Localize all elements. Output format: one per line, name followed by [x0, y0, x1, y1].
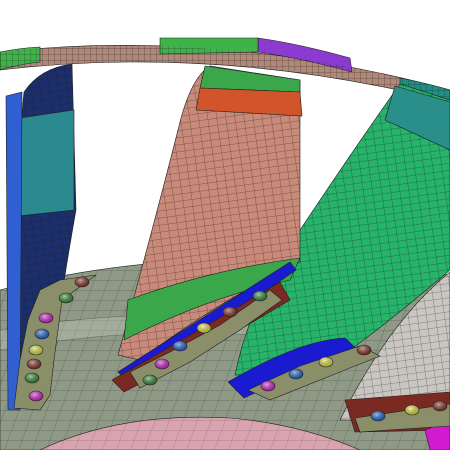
bolt-shading: [75, 277, 89, 287]
bolt-shading: [289, 369, 303, 379]
bolt-shading: [29, 391, 43, 401]
bolt-shading: [25, 373, 39, 383]
bolt-shading: [433, 401, 447, 411]
bolt-shading: [223, 307, 237, 317]
bolt-shading: [35, 329, 49, 339]
bolt-shading: [143, 375, 157, 385]
bolt-shading: [39, 313, 53, 323]
bolt-shading: [27, 359, 41, 369]
bolt-shading: [357, 345, 371, 355]
impeller-mesh-render: [0, 37, 450, 450]
bolt-shading: [197, 323, 211, 333]
bolt-shading: [59, 293, 73, 303]
bolt-shading: [173, 341, 187, 351]
bolt-shading: [371, 411, 385, 421]
bolt-shading: [29, 345, 43, 355]
bolt-shading: [405, 405, 419, 415]
bolt-shading: [319, 357, 333, 367]
bolt-shading: [155, 359, 169, 369]
mesh-viewport[interactable]: [0, 0, 450, 450]
bolt-shading: [253, 291, 267, 301]
bolt-shading: [261, 381, 275, 391]
